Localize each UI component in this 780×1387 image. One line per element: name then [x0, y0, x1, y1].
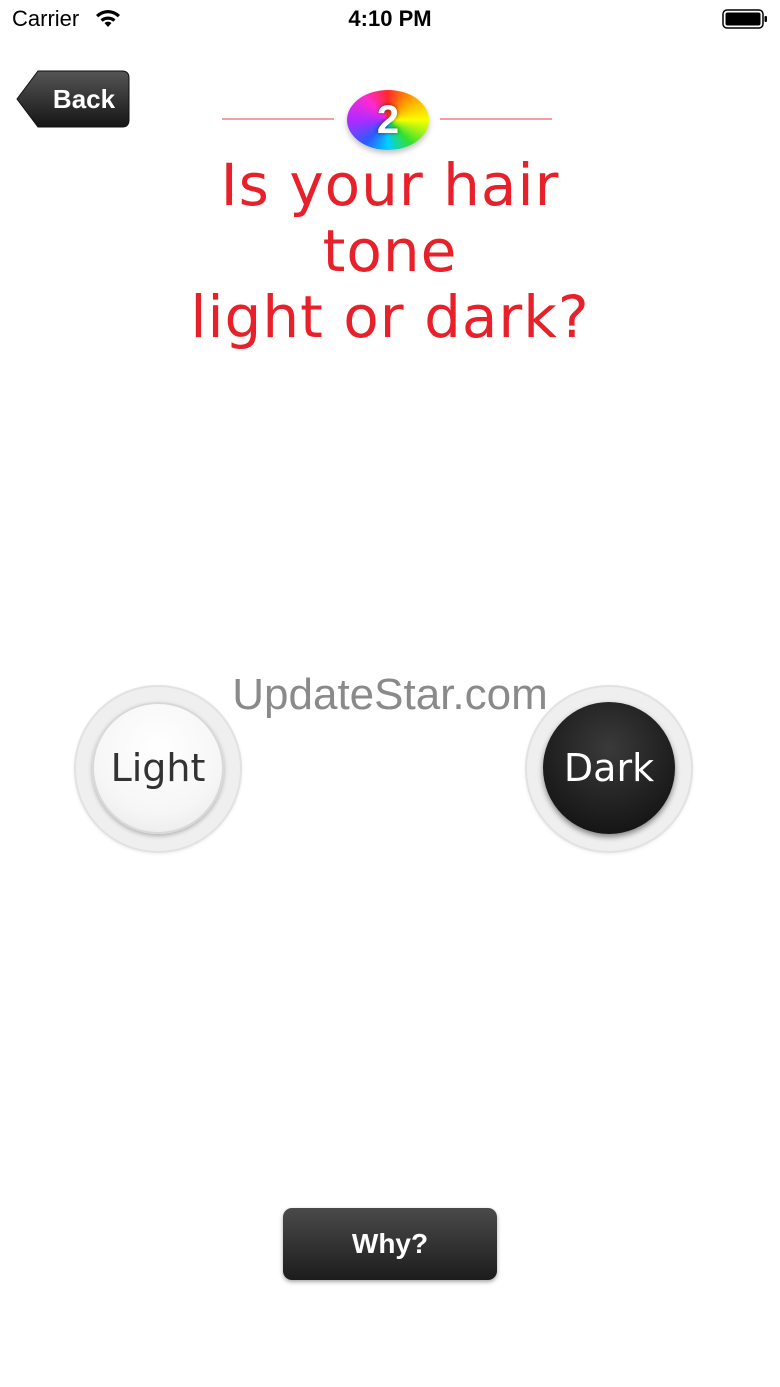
question-line: Is your hair: [220, 151, 560, 219]
why-button-label: Why?: [351, 1228, 429, 1259]
back-button-label: Back: [52, 84, 116, 114]
question-line: tone: [322, 217, 458, 285]
status-bar: Carrier 4:10 PM: [0, 0, 780, 40]
dark-choice-button[interactable]: Dark: [525, 685, 693, 853]
dark-choice-face: Dark: [543, 702, 675, 834]
screen: Carrier 4:10 PM Back 2 Is your hair tone…: [0, 0, 780, 1387]
step-number: 2: [376, 98, 400, 142]
question-line: light or dark?: [190, 283, 590, 351]
step-badge: 2: [347, 90, 429, 150]
header-rule-left: [222, 118, 334, 120]
question-title: Is your hair tone light or dark?: [80, 152, 700, 350]
light-choice-face: Light: [92, 702, 224, 834]
light-choice-button[interactable]: Light: [74, 685, 242, 853]
clock: 4:10 PM: [348, 6, 432, 31]
back-button[interactable]: Back: [16, 70, 130, 128]
battery-icon: [722, 9, 767, 29]
header-rule-right: [440, 118, 552, 120]
dark-choice-label: Dark: [563, 746, 655, 790]
light-choice-label: Light: [110, 746, 206, 790]
why-button[interactable]: Why?: [283, 1208, 497, 1280]
